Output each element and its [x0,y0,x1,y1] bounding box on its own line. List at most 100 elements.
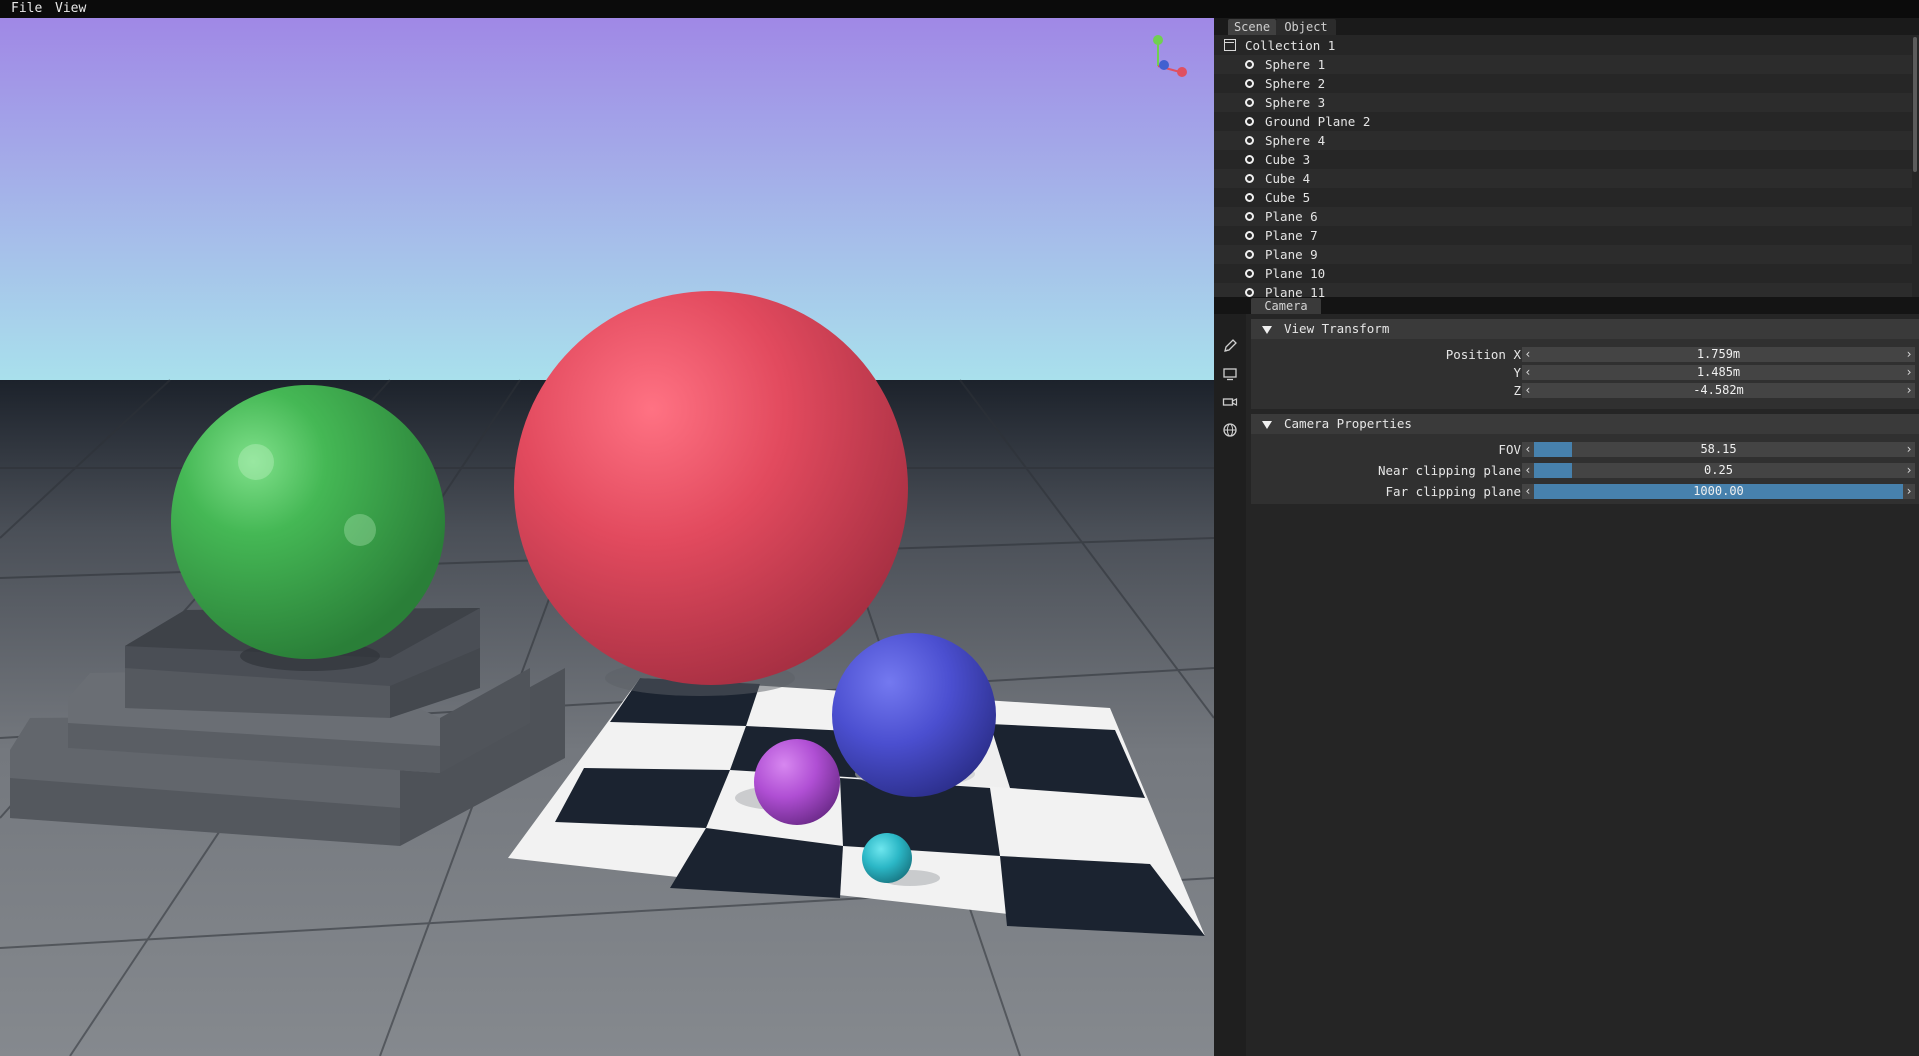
position-y-value: 1.485m [1696,365,1741,379]
tab-scene[interactable]: Scene [1228,19,1276,35]
object-icon [1245,117,1254,126]
outliner-item-label: Sphere 3 [1265,95,1326,110]
collection-icon [1224,39,1236,51]
decrement-arrow-icon[interactable]: ‹ [1522,442,1534,457]
outliner-item[interactable]: Plane 9 [1214,245,1912,264]
object-icon [1245,136,1254,145]
red-sphere[interactable] [514,291,908,685]
position-x-value: 1.759m [1696,347,1741,361]
object-icon [1245,60,1254,69]
object-icon [1245,193,1254,202]
blue-sphere[interactable] [832,633,996,797]
menu-view[interactable]: View [55,1,86,17]
properties-panel: Scene Object Collection 1 Sphere 1 Spher… [1214,18,1919,1056]
position-x-field[interactable]: ‹ 1.759m › [1522,347,1915,362]
outliner-item-label: Plane 9 [1265,247,1318,262]
outliner-item-label: Sphere 1 [1265,57,1326,72]
view-transform-section: View Transform Position X ‹ 1.759m › Y ‹… [1251,319,1919,409]
outliner-item-label: Cube 5 [1265,190,1311,205]
tab-camera[interactable]: Camera [1251,298,1321,314]
outliner-item[interactable]: Cube 4 [1214,169,1912,188]
outliner-item[interactable]: Ground Plane 2 [1214,112,1912,131]
increment-arrow-icon[interactable]: › [1903,484,1915,499]
outliner-item[interactable]: Cube 5 [1214,188,1912,207]
object-icon [1245,79,1254,88]
outliner-item-label: Plane 6 [1265,209,1318,224]
section-title: View Transform [1284,321,1390,336]
fov-row: FOV ‹ 58.15 › [1251,442,1919,458]
fov-label: FOV [1498,442,1521,457]
scene-render [0,18,1214,1056]
object-icon [1245,155,1254,164]
object-icon [1245,174,1254,183]
pencil-icon[interactable] [1222,338,1238,354]
outliner-item-label: Plane 11 [1265,285,1326,297]
position-y-label: Y [1513,365,1521,380]
near-clip-value: 0.25 [1704,463,1733,477]
object-icon [1245,212,1254,221]
outliner-item-label: Plane 7 [1265,228,1318,243]
position-z-field[interactable]: ‹ -4.582m › [1522,383,1915,398]
decrement-arrow-icon[interactable]: ‹ [1522,365,1534,380]
outliner-item[interactable]: Plane 6 [1214,207,1912,226]
outliner-item[interactable]: Sphere 3 [1214,93,1912,112]
fov-slider[interactable]: ‹ 58.15 › [1522,442,1915,457]
decrement-arrow-icon[interactable]: ‹ [1522,484,1534,499]
increment-arrow-icon[interactable]: › [1903,365,1915,380]
outliner-item[interactable]: Plane 11 [1214,283,1912,297]
increment-arrow-icon[interactable]: › [1903,347,1915,362]
outliner-item-label: Sphere 4 [1265,133,1326,148]
outliner-item-label: Ground Plane 2 [1265,114,1371,129]
increment-arrow-icon[interactable]: › [1903,463,1915,478]
position-z-label: Z [1513,383,1521,398]
far-clip-label: Far clipping plane [1385,484,1521,499]
menu-file[interactable]: File [11,1,42,17]
view-transform-header[interactable]: View Transform [1251,319,1919,339]
menu-bar: File View [0,0,1919,18]
outliner-item[interactable]: Cube 3 [1214,150,1912,169]
outliner-collection[interactable]: Collection 1 [1214,36,1912,55]
object-icon [1245,288,1254,297]
section-title: Camera Properties [1284,416,1412,431]
position-x-row: Position X ‹ 1.759m › [1251,347,1919,363]
tab-object[interactable]: Object [1276,19,1336,35]
camera-properties-header[interactable]: Camera Properties [1251,414,1919,434]
outliner-item-label: Sphere 2 [1265,76,1326,91]
outliner-item-label: Plane 10 [1265,266,1326,281]
position-y-row: Y ‹ 1.485m › [1251,365,1919,381]
decrement-arrow-icon[interactable]: ‹ [1522,347,1534,362]
collection-label: Collection 1 [1245,38,1336,53]
near-clip-slider[interactable]: ‹ 0.25 › [1522,463,1915,478]
green-sphere[interactable] [171,385,445,659]
camera-tab-bar: Camera [1214,297,1919,314]
globe-icon[interactable] [1222,422,1238,438]
outliner-scrollbar[interactable] [1913,37,1917,172]
collapse-triangle-icon [1262,326,1272,334]
property-icon-bar [1214,314,1246,1056]
scene-tab-bar: Scene Object [1214,18,1919,35]
near-clip-row: Near clipping plane ‹ 0.25 › [1251,463,1919,479]
purple-sphere[interactable] [754,739,840,825]
increment-arrow-icon[interactable]: › [1903,442,1915,457]
increment-arrow-icon[interactable]: › [1903,383,1915,398]
monitor-icon[interactable] [1222,366,1238,382]
camera-icon[interactable] [1222,394,1238,410]
object-icon [1245,231,1254,240]
far-clip-value: 1000.00 [1693,484,1744,498]
outliner-item[interactable]: Sphere 1 [1214,55,1912,74]
decrement-arrow-icon[interactable]: ‹ [1522,463,1534,478]
outliner-item[interactable]: Sphere 2 [1214,74,1912,93]
far-clip-row: Far clipping plane ‹ 1000.00 › [1251,484,1919,500]
far-clip-slider[interactable]: ‹ 1000.00 › [1522,484,1915,499]
outliner-item[interactable]: Plane 10 [1214,264,1912,283]
position-y-field[interactable]: ‹ 1.485m › [1522,365,1915,380]
outliner-item-label: Cube 3 [1265,152,1311,167]
outliner-item[interactable]: Plane 7 [1214,226,1912,245]
fov-value: 58.15 [1700,442,1737,456]
3d-viewport[interactable] [0,18,1214,1056]
collapse-triangle-icon [1262,421,1272,429]
position-x-label: Position X [1445,347,1521,362]
decrement-arrow-icon[interactable]: ‹ [1522,383,1534,398]
outliner-item[interactable]: Sphere 4 [1214,131,1912,150]
cyan-sphere[interactable] [862,833,912,883]
